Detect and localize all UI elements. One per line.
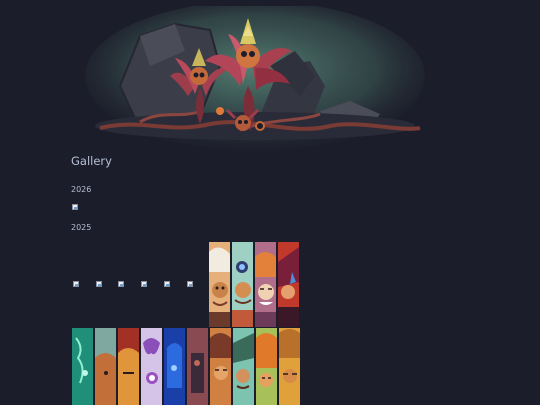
portrait-thumbnail[interactable] [278, 242, 299, 327]
portrait-thumbnail[interactable] [232, 242, 253, 327]
portrait-thumbnail[interactable] [95, 328, 116, 405]
broken-image-icon[interactable] [187, 281, 193, 287]
year-heading-2025: 2025 [71, 223, 92, 232]
gallery-title: Gallery [71, 154, 112, 168]
broken-image-icon[interactable] [72, 204, 78, 210]
portrait-thumbnail[interactable] [210, 328, 231, 405]
broken-image-icon[interactable] [118, 281, 124, 287]
portrait-thumbnail[interactable] [279, 328, 300, 405]
portrait-thumbnail[interactable] [256, 328, 277, 405]
broken-image-icon[interactable] [164, 281, 170, 287]
banner-artwork [85, 6, 425, 151]
portrait-thumbnail[interactable] [141, 328, 162, 405]
portrait-thumbnail[interactable] [209, 242, 230, 327]
broken-image-icon[interactable] [141, 281, 147, 287]
portrait-thumbnail[interactable] [255, 242, 276, 327]
portrait-thumbnail[interactable] [233, 328, 254, 405]
portrait-thumbnail[interactable] [187, 328, 208, 405]
portrait-thumbnail[interactable] [164, 328, 185, 405]
broken-image-icon[interactable] [96, 281, 102, 287]
portrait-thumbnail[interactable] [118, 328, 139, 405]
year-heading-2026: 2026 [71, 185, 92, 194]
portrait-thumbnail[interactable] [72, 328, 93, 405]
broken-image-icon[interactable] [73, 281, 79, 287]
